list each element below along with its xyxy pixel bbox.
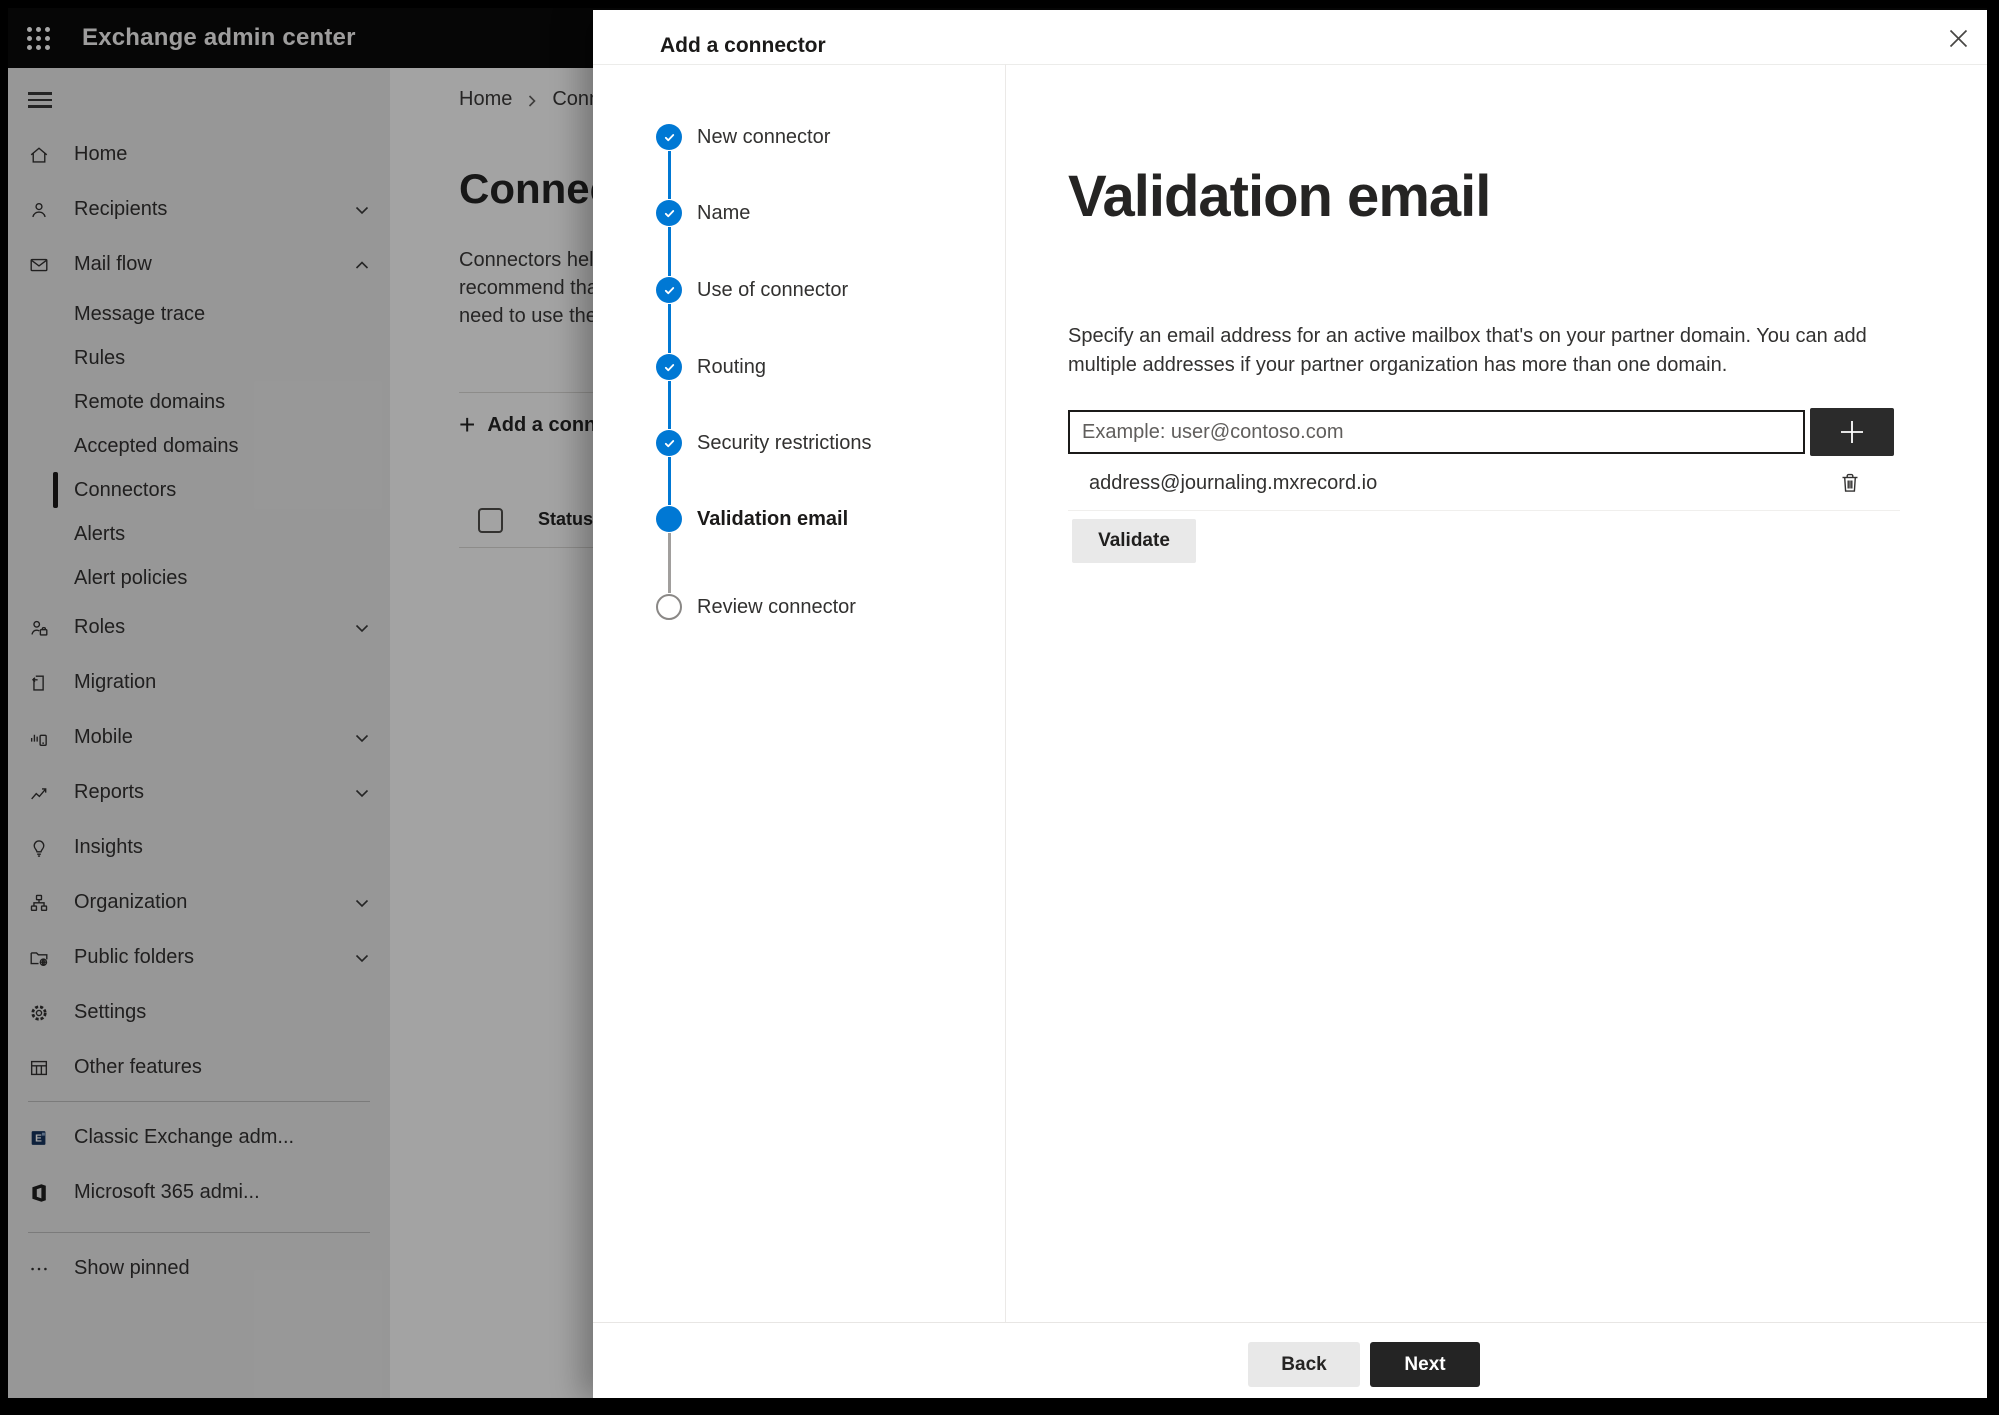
plus-icon <box>1837 417 1867 447</box>
add-email-button[interactable] <box>1810 408 1894 456</box>
validate-button[interactable]: Validate <box>1072 519 1196 563</box>
step-new-connector: New connector <box>593 115 1005 159</box>
step-label: Name <box>697 201 751 224</box>
step-label: New connector <box>697 125 831 148</box>
email-address: address@journaling.mxrecord.io <box>1089 471 1378 494</box>
app-window: Exchange admin center Home Recipients Ma… <box>8 8 1987 1398</box>
step-current-icon <box>656 506 682 532</box>
dialog-content: Validation email Specify an email addres… <box>1068 10 1987 1398</box>
wizard-stepper: New connector Name Use of connector Routing… <box>593 64 1006 1322</box>
email-row: address@journaling.mxrecord.io <box>1068 460 1900 506</box>
email-input[interactable] <box>1068 410 1805 454</box>
step-heading: Validation email <box>1068 164 1491 229</box>
step-review-connector: Review connector <box>593 585 1005 629</box>
email-list-divider <box>1068 510 1900 511</box>
delete-email-button[interactable] <box>1836 469 1864 497</box>
step-completed-icon <box>656 430 682 456</box>
next-button[interactable]: Next <box>1370 1342 1480 1387</box>
step-completed-icon <box>656 354 682 380</box>
step-completed-icon <box>656 200 682 226</box>
step-routing: Routing <box>593 345 1005 389</box>
dialog-title: Add a connector <box>660 34 826 57</box>
step-completed-icon <box>656 277 682 303</box>
step-label: Security restrictions <box>697 431 872 454</box>
dialog-footer-divider <box>593 1322 1987 1323</box>
step-upcoming-icon <box>656 594 682 620</box>
step-connector-line <box>667 533 671 593</box>
back-button[interactable]: Back <box>1248 1342 1360 1387</box>
email-list: address@journaling.mxrecord.io <box>1068 460 1900 506</box>
step-validation-email: Validation email <box>593 497 1005 541</box>
step-label: Routing <box>697 355 766 378</box>
step-use-of-connector: Use of connector <box>593 268 1005 312</box>
step-label: Review connector <box>697 595 856 618</box>
step-description: Specify an email address for an active m… <box>1068 325 1867 376</box>
step-label: Use of connector <box>697 278 849 301</box>
step-completed-icon <box>656 124 682 150</box>
step-name: Name <box>593 191 1005 235</box>
step-security-restrictions: Security restrictions <box>593 421 1005 465</box>
step-label: Validation email <box>697 507 849 530</box>
trash-icon <box>1842 473 1858 492</box>
add-connector-dialog: Add a connector New connector Name Use of … <box>593 10 1987 1398</box>
